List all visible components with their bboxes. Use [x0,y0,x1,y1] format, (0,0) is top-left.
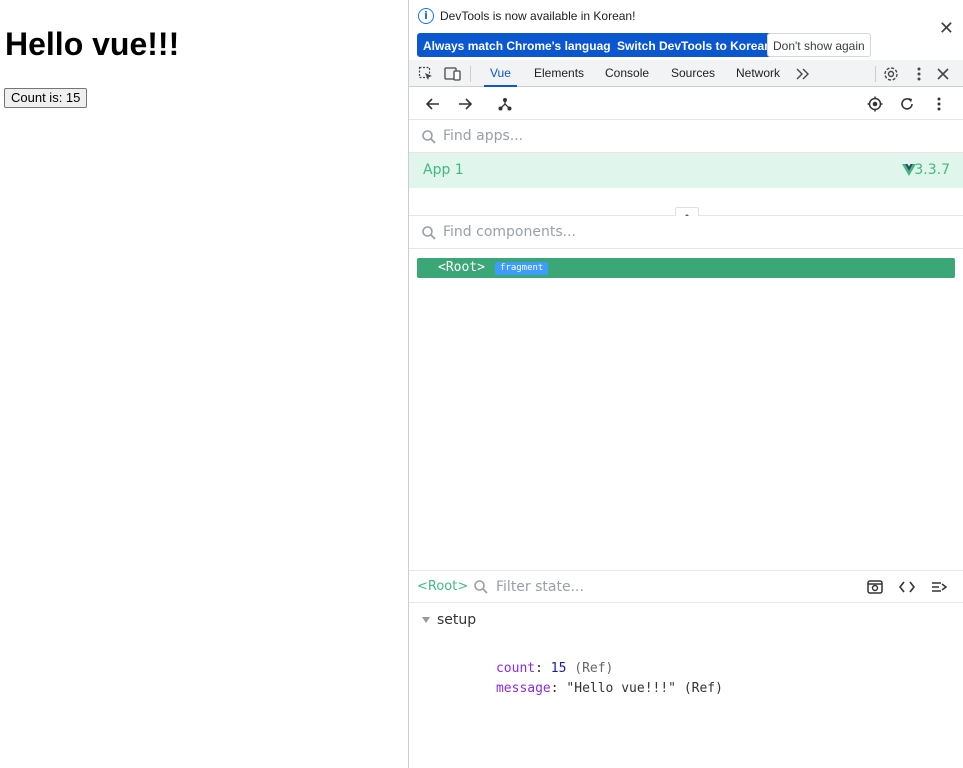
app-list-item[interactable]: App 1 3.3.7 [409,153,963,188]
tab-console[interactable]: Console [599,60,655,87]
vue-more-options-icon[interactable] [929,94,949,114]
find-apps-input[interactable] [443,126,943,146]
search-icon [422,130,436,144]
selected-component-name: <Root> [417,579,469,594]
state-key: message [495,681,551,696]
find-apps-row [409,120,963,153]
devtools-panel: i DevTools is now available in Korean! ✕… [408,0,963,768]
inspect-dom-code-icon[interactable] [897,577,917,597]
more-tabs-icon[interactable] [793,64,813,84]
state-type: (Ref) [683,681,723,696]
app-page: Hello vue!!! Count is: 15 [0,0,408,768]
component-name: <Root> [438,260,485,275]
tab-network[interactable]: Network [730,60,786,87]
collapse-handle[interactable] [675,207,699,217]
info-icon: i [418,8,434,24]
state-value: "Hello vue!!!" [566,681,676,696]
page-heading: Hello vue!!! [5,26,180,62]
vue-version: 3.3.7 [914,162,950,178]
state-inspector-toolbar: <Root> [409,570,963,603]
refresh-icon[interactable] [897,94,917,114]
find-components-input[interactable] [443,222,943,242]
device-toolbar-icon[interactable] [443,64,463,84]
switch-language-button[interactable]: Switch DevTools to Korean [611,33,778,57]
collapse-triangle-icon[interactable] [422,617,430,623]
show-render-code-icon[interactable] [929,577,949,597]
toolbar-divider [470,66,471,82]
inspect-element-icon[interactable] [416,64,436,84]
search-icon [422,226,436,240]
more-options-icon[interactable] [909,64,929,84]
vue-devtools-toolbar [409,87,963,120]
search-icon [474,580,488,594]
dont-show-again-button[interactable]: Don't show again [767,33,871,57]
toolbar-divider [875,66,876,82]
forward-arrow-icon[interactable] [455,94,475,114]
app-name: App 1 [423,162,464,178]
component-tree: <Root> fragment [409,250,963,570]
infobar-message: DevTools is now available in Korean! [440,9,636,23]
scroll-to-component-icon[interactable] [865,577,885,597]
select-component-target-icon[interactable] [865,94,885,114]
component-tree-icon[interactable] [495,94,515,114]
close-devtools-icon[interactable] [933,64,953,84]
setup-section-label[interactable]: setup [437,612,476,628]
tab-sources[interactable]: Sources [665,60,721,87]
tree-node-root[interactable]: <Root> fragment [417,258,955,278]
settings-gear-icon[interactable] [881,64,901,84]
fragment-badge: fragment [495,262,549,275]
match-language-button[interactable]: Always match Chrome's language [417,33,624,57]
state-row[interactable]: message: "Hello vue!!!" (Ref) [449,662,723,716]
filter-state-input[interactable] [496,577,826,597]
devtools-tabbar: Vue Elements Console Sources Network [409,60,963,87]
count-button[interactable]: Count is: 15 [4,88,88,108]
language-infobar: i DevTools is now available in Korean! ✕… [409,0,963,60]
state-panel: setup count: 15 (Ref) message: "Hello vu… [409,603,963,768]
pane-splitter [409,188,963,217]
back-arrow-icon[interactable] [423,94,443,114]
tab-elements[interactable]: Elements [528,60,590,87]
find-components-row [409,216,963,249]
tab-vue[interactable]: Vue [484,60,517,87]
close-infobar-icon[interactable]: ✕ [939,20,954,38]
